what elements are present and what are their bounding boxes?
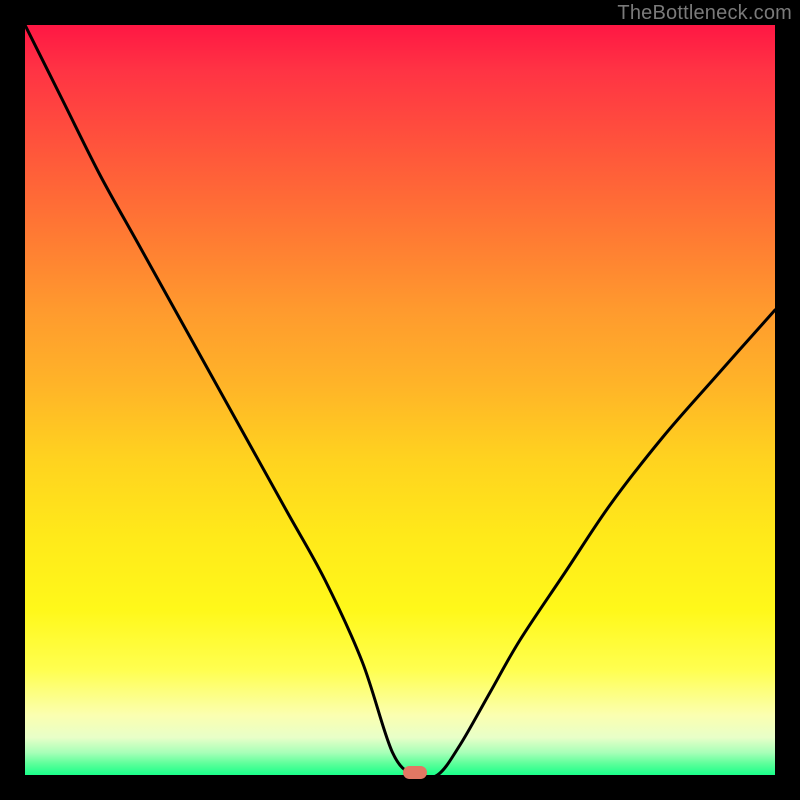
chart-frame: TheBottleneck.com [0,0,800,800]
plot-area [25,25,775,775]
watermark-text: TheBottleneck.com [617,2,792,25]
optimal-marker [403,766,427,779]
bottleneck-curve [25,25,775,775]
